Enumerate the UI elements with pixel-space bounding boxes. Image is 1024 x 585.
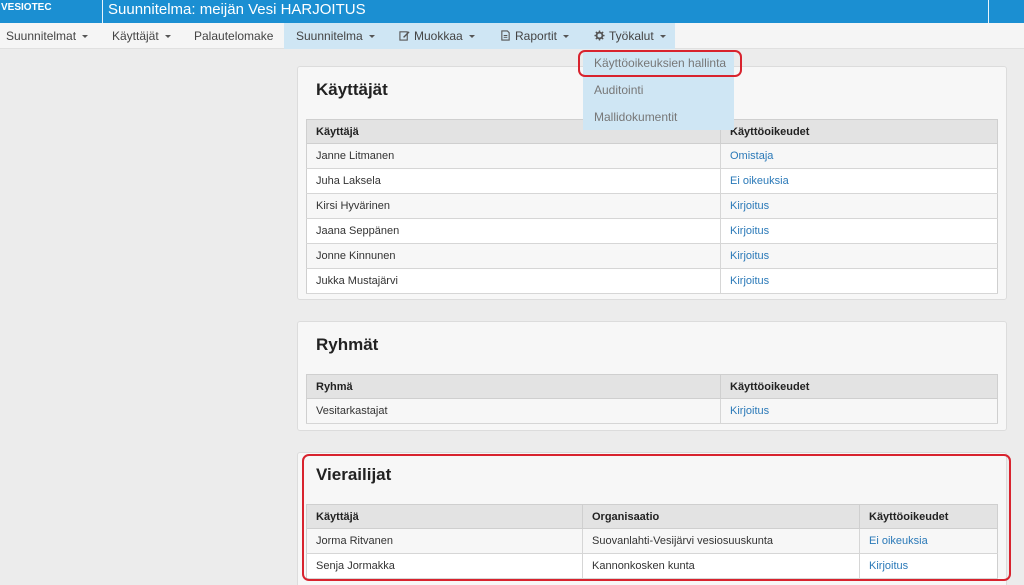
nav-suunnitelmat[interactable]: Suunnitelmat xyxy=(0,23,94,49)
table-row: Jonne Kinnunen Kirjoitus xyxy=(306,243,998,269)
user-name: Kirsi Hyvärinen xyxy=(306,193,721,219)
header-right-area xyxy=(988,0,1024,23)
groups-panel-title: Ryhmät xyxy=(316,335,379,354)
nav-muokkaa[interactable]: Muokkaa xyxy=(385,23,487,49)
main-navbar: Suunnitelmat Käyttäjät Palautelomake Suu… xyxy=(0,23,1024,49)
nav-palautelomake-label: Palautelomake xyxy=(194,29,274,43)
table-row: Juha Laksela Ei oikeuksia xyxy=(306,168,998,194)
brand-logo[interactable]: VESIOTEC xyxy=(0,0,103,23)
chevron-down-icon xyxy=(468,35,475,39)
chevron-down-icon xyxy=(659,35,666,39)
table-header-row: Ryhmä Käyttöoikeudet xyxy=(306,374,998,399)
table-row: Vesitarkastajat Kirjoitus xyxy=(306,398,998,424)
chevron-down-icon xyxy=(368,35,375,39)
menu-highlight-box xyxy=(578,50,742,77)
document-icon xyxy=(501,30,510,41)
nav-kayttajat[interactable]: Käyttäjät xyxy=(104,23,179,49)
groups-table: Ryhmä Käyttöoikeudet Vesitarkastajat Kirj… xyxy=(306,374,998,424)
nav-muokkaa-label: Muokkaa xyxy=(414,29,463,43)
rights-link[interactable]: Kirjoitus xyxy=(720,243,998,269)
users-table: Käyttäjä Käyttöoikeudet Janne Litmanen Om… xyxy=(306,119,998,294)
column-header[interactable]: Käyttöoikeudet xyxy=(720,119,998,144)
groups-panel: Ryhmät Ryhmä Käyttöoikeudet Vesitarkasta… xyxy=(297,321,1007,431)
nav-tyokalut-label: Työkalut xyxy=(609,29,654,43)
user-name: Juha Laksela xyxy=(306,168,721,194)
rights-link[interactable]: Kirjoitus xyxy=(720,268,998,294)
column-header[interactable]: Käyttöoikeudet xyxy=(720,374,998,399)
nav-kayttajat-label: Käyttäjät xyxy=(112,29,159,43)
rights-link[interactable]: Kirjoitus xyxy=(720,398,998,424)
users-panel-title: Käyttäjät xyxy=(316,80,388,99)
user-name: Jukka Mustajärvi xyxy=(306,268,721,294)
table-row: Janne Litmanen Omistaja xyxy=(306,143,998,169)
chevron-down-icon xyxy=(82,35,89,39)
rights-link[interactable]: Ei oikeuksia xyxy=(720,168,998,194)
chevron-down-icon xyxy=(164,35,171,39)
edit-icon xyxy=(399,31,410,41)
app-header: VESIOTEC Suunnitelma: meijän Vesi HARJOI… xyxy=(0,0,1024,23)
table-row: Kirsi Hyvärinen Kirjoitus xyxy=(306,193,998,219)
table-row: Jaana Seppänen Kirjoitus xyxy=(306,218,998,244)
rights-link[interactable]: Kirjoitus xyxy=(720,193,998,219)
nav-suunnitelma-label: Suunnitelma xyxy=(296,29,363,43)
nav-raportit[interactable]: Raportit xyxy=(487,23,582,49)
gear-icon xyxy=(594,30,605,41)
nav-suunnitelma[interactable]: Suunnitelma xyxy=(284,23,385,49)
user-name: Janne Litmanen xyxy=(306,143,721,169)
page-title: Suunnitelma: meijän Vesi HARJOITUS xyxy=(108,1,366,18)
nav-tyokalut[interactable]: Työkalut xyxy=(582,23,675,49)
visitors-highlight-box xyxy=(302,454,1011,581)
menu-item-auditointi[interactable]: Auditointi xyxy=(594,83,643,97)
nav-palautelomake[interactable]: Palautelomake xyxy=(186,23,281,49)
nav-raportit-label: Raportit xyxy=(515,29,558,43)
column-header[interactable]: Ryhmä xyxy=(306,374,721,399)
rights-link[interactable]: Omistaja xyxy=(720,143,998,169)
chevron-down-icon xyxy=(563,35,570,39)
group-name: Vesitarkastajat xyxy=(306,398,721,424)
table-row: Jukka Mustajärvi Kirjoitus xyxy=(306,268,998,294)
rights-link[interactable]: Kirjoitus xyxy=(720,218,998,244)
menu-item-mallidokumentit[interactable]: Mallidokumentit xyxy=(594,110,677,124)
user-name: Jaana Seppänen xyxy=(306,218,721,244)
nav-suunnitelmat-label: Suunnitelmat xyxy=(6,29,77,43)
user-name: Jonne Kinnunen xyxy=(306,243,721,269)
